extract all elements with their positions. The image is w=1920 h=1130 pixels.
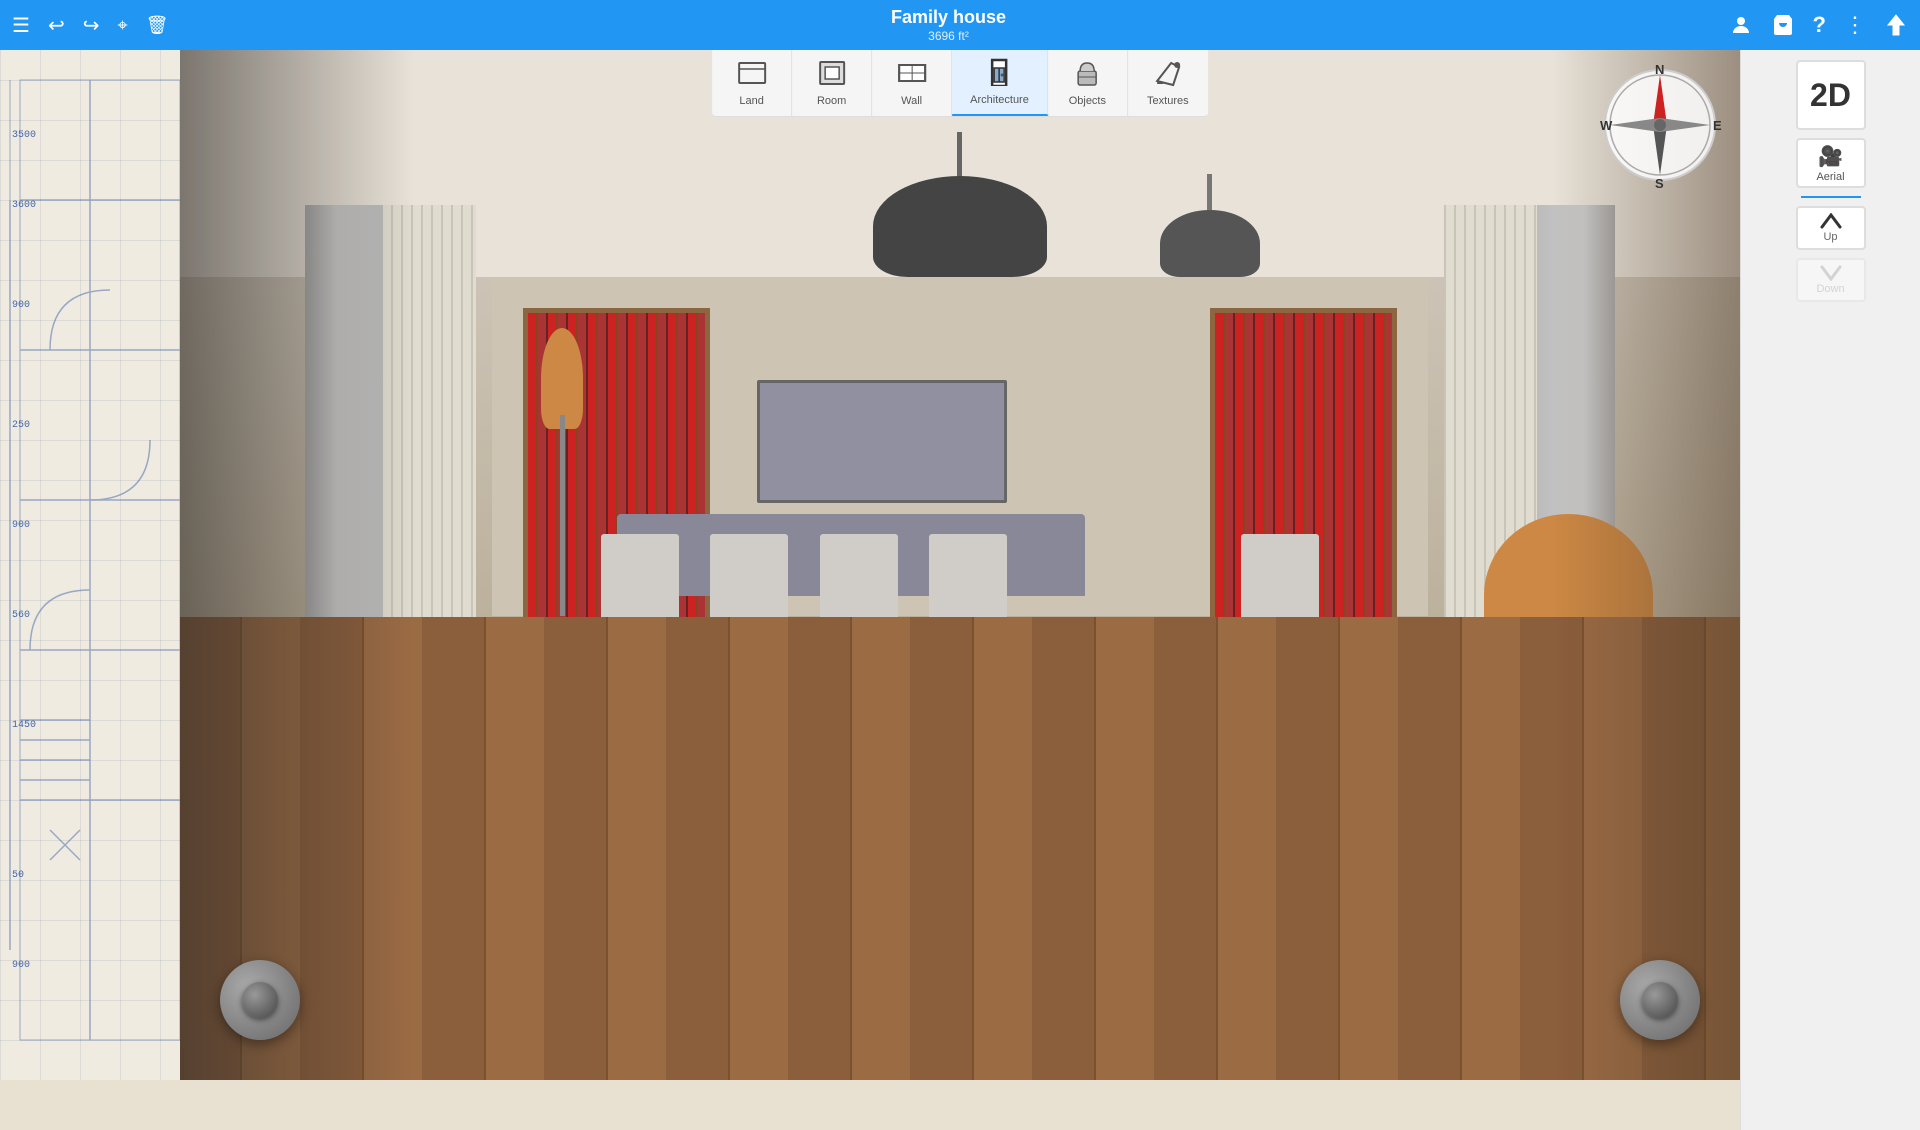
architecture-icon	[984, 58, 1014, 90]
compass-container: N S E W	[1595, 60, 1725, 190]
textures-icon	[1153, 59, 1183, 91]
aerial-camera-icon: 🎥	[1818, 144, 1843, 169]
trash-icon[interactable]: 🗑	[146, 15, 169, 36]
pendant-lamp	[835, 132, 1085, 276]
tool-room[interactable]: Room	[792, 50, 872, 116]
joystick-left-base	[220, 960, 300, 1040]
chevron-down-icon	[1820, 265, 1842, 281]
up-label: Up	[1823, 231, 1837, 243]
objects-label: Objects	[1069, 95, 1106, 107]
magnet-icon[interactable]: ⌖	[117, 15, 127, 36]
undo-icon[interactable]: ↩	[48, 13, 65, 38]
dining-chair-2	[710, 534, 788, 627]
nav-up-button[interactable]: Up	[1796, 206, 1866, 250]
pendant-lamp-2	[1147, 174, 1272, 277]
bp-number-560: 560	[12, 610, 30, 621]
wall-label: Wall	[901, 95, 922, 107]
scene-3d	[180, 50, 1740, 1080]
view-3d[interactable]	[180, 50, 1740, 1080]
architecture-label: Architecture	[970, 94, 1029, 106]
room-icon	[817, 59, 847, 91]
joystick-right-knob	[1642, 982, 1678, 1018]
room-label: Room	[817, 95, 846, 107]
tool-land[interactable]: Land	[712, 50, 792, 116]
land-icon	[737, 59, 767, 91]
tool-wall[interactable]: Wall	[872, 50, 952, 116]
bp-number-900-2: 900	[12, 520, 30, 531]
top-toolbar: ☰ ↩ ↪ ⌖ 🗑 Family house 3696 ft² ? ⋮	[0, 0, 1920, 50]
bp-number-50: 50	[12, 870, 24, 881]
tool-architecture[interactable]: Architecture	[952, 50, 1048, 116]
tool-palette: Land Room Wall	[712, 50, 1208, 117]
app-subtitle: 3696 ft²	[168, 29, 1728, 43]
floor-lamp	[539, 328, 586, 616]
account-icon[interactable]	[1729, 13, 1753, 37]
pendant-shade	[873, 176, 1048, 277]
joystick-right[interactable]	[1620, 960, 1700, 1040]
compass: N S E W	[1595, 60, 1725, 190]
bp-number-250: 250	[12, 420, 30, 431]
nav-divider	[1801, 196, 1861, 198]
wall-icon	[897, 59, 927, 91]
chevron-up-icon	[1820, 213, 1842, 229]
aerial-button[interactable]: 🎥 Aerial	[1796, 138, 1866, 188]
joystick-right-base	[1620, 960, 1700, 1040]
redo-icon[interactable]: ↪	[83, 13, 100, 38]
help-icon[interactable]: ?	[1813, 12, 1826, 38]
textures-label: Textures	[1147, 95, 1189, 107]
svg-text:E: E	[1713, 118, 1722, 133]
joystick-left[interactable]	[220, 960, 300, 1040]
upload-icon[interactable]	[1884, 13, 1908, 37]
pendant-cord-2	[1207, 174, 1212, 215]
bp-number-1450: 1450	[12, 720, 36, 731]
tv-screen	[757, 380, 1007, 504]
cart-icon[interactable]	[1771, 13, 1795, 37]
aerial-label: Aerial	[1816, 171, 1844, 183]
down-label: Down	[1816, 283, 1844, 295]
bp-number-3600: 3600	[12, 200, 36, 211]
tool-textures[interactable]: Textures	[1128, 50, 1208, 116]
dining-chair-4	[929, 534, 1007, 627]
floor-lamp-pole	[560, 415, 565, 617]
menu-icon[interactable]: ☰	[12, 13, 30, 38]
dining-chair-1	[601, 534, 679, 627]
joystick-left-knob	[242, 982, 278, 1018]
bp-number-900-3: 900	[12, 960, 30, 971]
toolbar-center: Family house 3696 ft²	[168, 7, 1728, 43]
app-title: Family house	[168, 7, 1728, 29]
land-label: Land	[739, 95, 763, 107]
view-2d-button[interactable]: 2D	[1796, 60, 1866, 130]
toolbar-left: ☰ ↩ ↪ ⌖ 🗑	[12, 13, 168, 38]
objects-icon	[1072, 59, 1102, 91]
svg-text:S: S	[1655, 176, 1664, 190]
bp-number-3500: 3500	[12, 130, 36, 141]
dining-chair-5	[1241, 534, 1319, 627]
floor	[180, 617, 1740, 1081]
dining-chair-3	[820, 534, 898, 627]
nav-down-button[interactable]: Down	[1796, 258, 1866, 302]
toolbar-right: ? ⋮	[1729, 12, 1908, 38]
svg-text:N: N	[1655, 62, 1664, 77]
bp-number-900-1: 900	[12, 300, 30, 311]
pendant-shade-2	[1160, 210, 1260, 277]
svg-text:W: W	[1600, 118, 1613, 133]
more-icon[interactable]: ⋮	[1844, 12, 1866, 38]
right-panel: 2D 🎥 Aerial Up Down	[1740, 50, 1920, 1130]
tool-objects[interactable]: Objects	[1048, 50, 1128, 116]
